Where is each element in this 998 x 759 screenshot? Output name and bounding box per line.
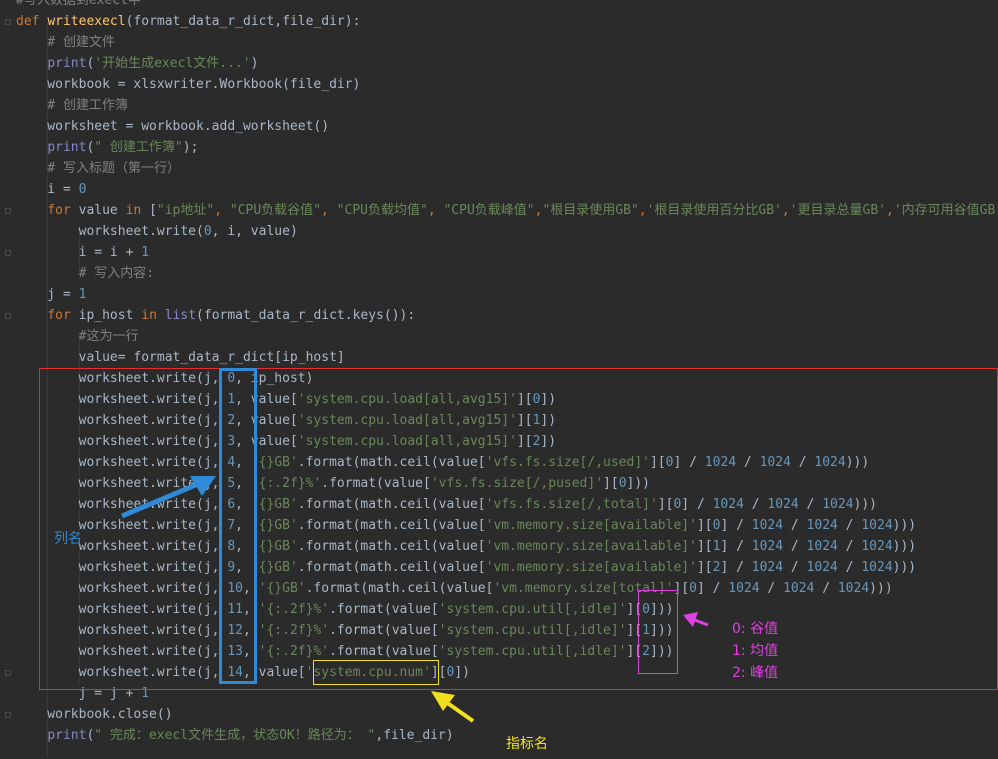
code-token: "CPU负载均值" (336, 203, 428, 218)
highlight-box-red (39, 368, 998, 690)
code-token: " 完成：execl文件生成，状态OK！路径为： " (94, 728, 376, 743)
code-line[interactable]: i = i + 1 (16, 242, 149, 263)
code-token: ,file_dir) (375, 728, 454, 743)
code-line[interactable]: workbook = xlsxwriter.Workbook(file_dir) (16, 74, 360, 95)
code-token: , (638, 203, 647, 218)
index-legend-2: 2: 峰值 (732, 665, 779, 681)
code-token: in (125, 203, 150, 218)
code-line[interactable]: # 创建文件 (16, 32, 115, 53)
code-token: # 写入标题（第一行） (16, 161, 180, 176)
code-token: [ (149, 203, 157, 218)
highlight-box-metric-name (313, 660, 439, 685)
index-legend-1: 1: 均值 (732, 643, 779, 659)
code-token: for (47, 308, 79, 323)
code-line[interactable]: j = 1 (16, 284, 86, 305)
code-token: 0 (78, 182, 87, 197)
code-token: , (214, 203, 230, 218)
code-line[interactable]: for value in ["ip地址", "CPU负载谷值", "CPU负载均… (16, 200, 998, 221)
fold-icon[interactable]: □ (5, 312, 13, 321)
code-line[interactable]: #这为一行 (16, 326, 139, 347)
code-line[interactable]: workbook.close() (16, 704, 173, 725)
column-name-label: 列名 (54, 531, 82, 547)
code-token: (format_data_r_dict.keys()): (196, 308, 416, 323)
code-token: writeexecl (47, 14, 126, 29)
code-token: "根目录使用GB" (542, 203, 639, 218)
code-token: , (427, 203, 444, 218)
fold-icon[interactable]: □ (5, 249, 13, 258)
editor-gutter[interactable]: □ □ □ □ □ □ (0, 0, 16, 759)
code-token: value= format_data_r_dict[ip_host] (16, 350, 345, 365)
code-line[interactable]: worksheet = workbook.add_worksheet() (16, 116, 329, 137)
code-token: i = (16, 182, 79, 197)
code-line[interactable]: #写入数据到execl中 (16, 0, 141, 11)
code-token: ip_host (78, 308, 142, 323)
code-line[interactable]: print('开始生成execl文件...') (16, 53, 258, 74)
code-token: workbook = xlsxwriter.Workbook(file_dir) (16, 77, 361, 92)
code-token: # 创建文件 (16, 35, 115, 50)
code-line[interactable]: for ip_host in list(format_data_r_dict.k… (16, 305, 415, 326)
code-token: #写入数据到execl中 (16, 0, 141, 8)
index-legend-0: 0: 谷值 (732, 621, 779, 637)
code-token: value (78, 203, 126, 218)
code-line[interactable]: value= format_data_r_dict[ip_host] (16, 347, 345, 368)
highlight-box-value-index (638, 590, 678, 674)
code-token: 0 (203, 224, 212, 239)
code-token: '更目录总量GB' (789, 203, 887, 218)
code-line[interactable]: def writeexecl(format_data_r_dict,file_d… (16, 11, 360, 32)
code-token: "CPU负载峰值" (443, 203, 535, 218)
code-token: workbook.close() (16, 707, 173, 722)
code-token: '根目录使用百分比GB' (646, 203, 782, 218)
metric-name-label: 指标名 (506, 736, 548, 752)
code-token: for (47, 203, 79, 218)
code-token: , i, value) (211, 224, 298, 239)
code-token: # 写入内容: (16, 266, 155, 281)
fold-icon[interactable]: □ (5, 711, 13, 720)
code-token: worksheet.write( (16, 224, 204, 239)
code-token: "CPU负载谷值" (229, 203, 322, 218)
code-line[interactable]: # 写入标题（第一行） (16, 158, 180, 179)
code-token: , (321, 203, 337, 218)
code-token: #这为一行 (16, 329, 139, 344)
fold-icon[interactable]: □ (5, 669, 13, 678)
code-token: def (16, 14, 48, 29)
code-token: ) (250, 56, 259, 71)
code-token: j = (16, 287, 79, 302)
code-token: # 创建工作簿 (16, 98, 128, 113)
code-token: 1 (78, 287, 87, 302)
code-line[interactable]: print(" 创建工作簿"); (16, 137, 198, 158)
code-token: print (47, 140, 87, 155)
code-token: in (141, 308, 165, 323)
code-token: "ip地址" (156, 203, 215, 218)
code-token: '内存可用谷值GB' (893, 203, 998, 218)
code-token: , (886, 203, 894, 218)
code-line[interactable]: print(" 完成：execl文件生成，状态OK！路径为： ",file_di… (16, 725, 454, 746)
code-token: ); (182, 140, 199, 155)
code-token: " 创建工作簿" (94, 140, 183, 155)
code-token: 1 (141, 245, 150, 260)
code-token: print (47, 56, 87, 71)
code-token: print (47, 728, 87, 743)
code-line[interactable]: # 创建工作簿 (16, 95, 128, 116)
code-token: , (781, 203, 790, 218)
fold-icon[interactable]: □ (5, 18, 13, 27)
code-token: (format_data_r_dict,file_dir): (125, 14, 361, 29)
code-line[interactable]: worksheet.write(0, i, value) (16, 221, 298, 242)
code-line[interactable]: i = 0 (16, 179, 86, 200)
highlight-box-column-index (219, 368, 257, 684)
code-token: list (164, 308, 197, 323)
code-line[interactable]: # 写入内容: (16, 263, 154, 284)
fold-icon[interactable]: □ (5, 207, 13, 216)
code-token: worksheet = workbook.add_worksheet() (16, 119, 330, 134)
code-token: i = i + (16, 245, 142, 260)
code-token: '开始生成execl文件...' (94, 56, 251, 71)
